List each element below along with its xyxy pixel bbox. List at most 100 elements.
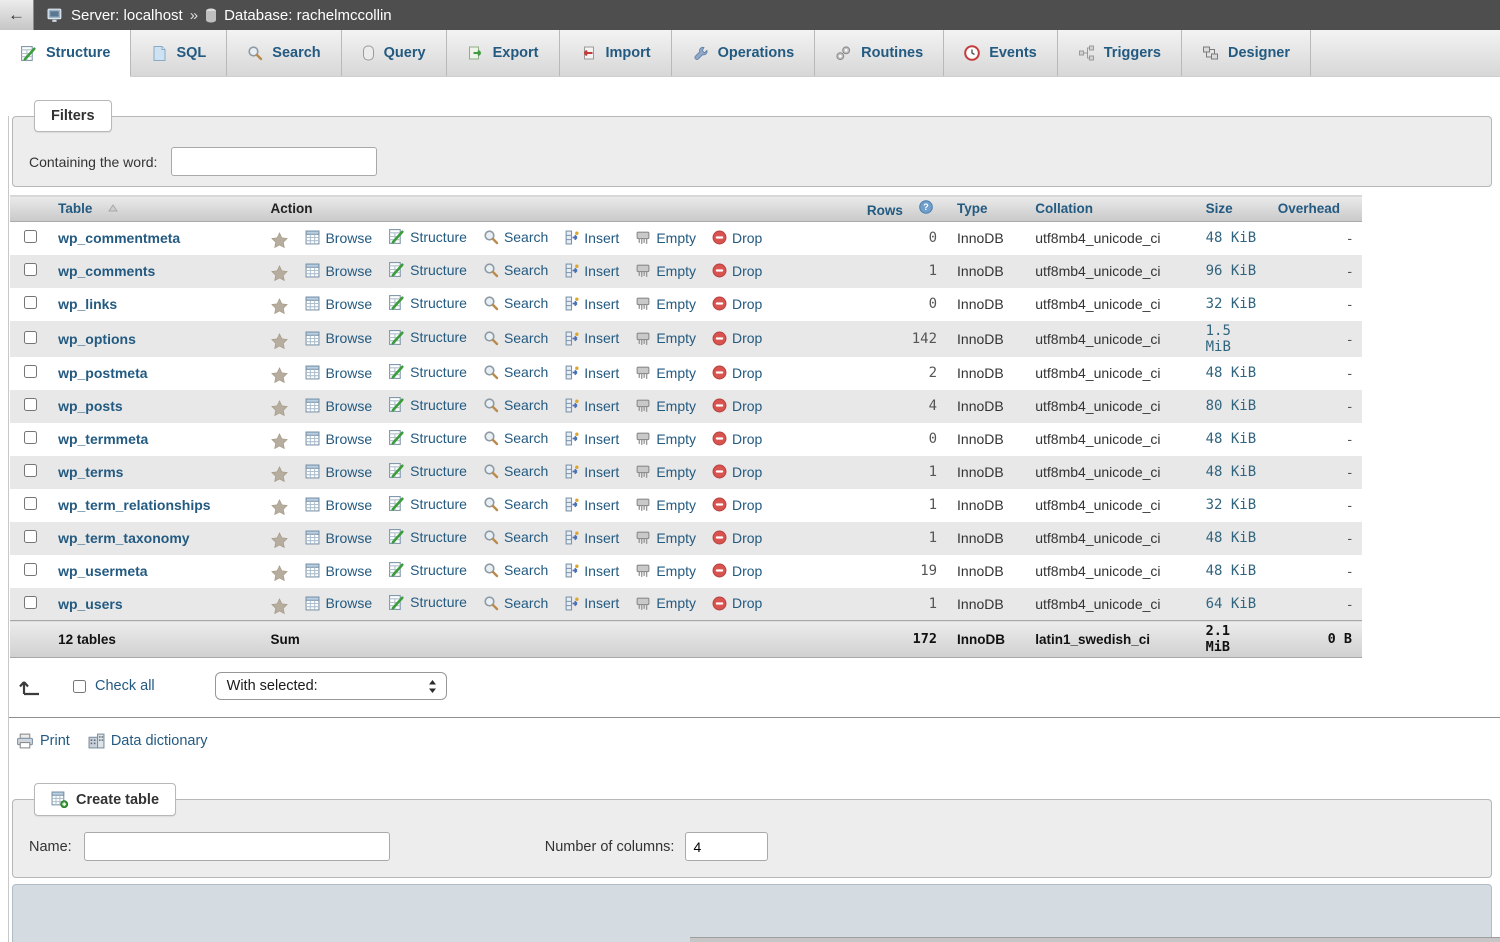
- table-name-link[interactable]: wp_options: [58, 331, 136, 347]
- empty-action-link[interactable]: Empty: [635, 497, 696, 513]
- row-checkbox[interactable]: [24, 365, 37, 378]
- row-checkbox[interactable]: [24, 530, 37, 543]
- tab-import[interactable]: Import: [560, 30, 672, 76]
- row-checkbox[interactable]: [24, 296, 37, 309]
- search-action-link[interactable]: Search: [483, 430, 548, 446]
- search-action-link[interactable]: Search: [483, 529, 548, 545]
- insert-action-link[interactable]: Insert: [564, 365, 619, 381]
- browse-action-link[interactable]: Browse: [305, 595, 372, 611]
- insert-action-link[interactable]: Insert: [564, 497, 619, 513]
- table-name-link[interactable]: wp_term_relationships: [58, 497, 211, 513]
- print-link[interactable]: Print: [16, 733, 70, 749]
- drop-action-link[interactable]: Drop: [712, 398, 762, 414]
- search-action-link[interactable]: Search: [483, 295, 548, 311]
- browse-action-link[interactable]: Browse: [305, 464, 372, 480]
- insert-action-link[interactable]: Insert: [564, 296, 619, 312]
- sort-rows-header[interactable]: Rows: [867, 203, 903, 218]
- browse-action-link[interactable]: Browse: [305, 563, 372, 579]
- row-checkbox[interactable]: [24, 230, 37, 243]
- empty-action-link[interactable]: Empty: [635, 595, 696, 611]
- insert-action-link[interactable]: Insert: [564, 530, 619, 546]
- table-name-link[interactable]: wp_termmeta: [58, 431, 148, 447]
- sort-size-header[interactable]: Size: [1206, 201, 1233, 216]
- drop-action-link[interactable]: Drop: [712, 497, 762, 513]
- browse-action-link[interactable]: Browse: [305, 365, 372, 381]
- sort-overhead-header[interactable]: Overhead: [1278, 201, 1340, 216]
- favorite-star-icon[interactable]: [271, 265, 288, 281]
- favorite-star-icon[interactable]: [271, 333, 288, 349]
- structure-action-link[interactable]: Structure: [388, 495, 467, 512]
- empty-action-link[interactable]: Empty: [635, 530, 696, 546]
- browse-action-link[interactable]: Browse: [305, 230, 372, 246]
- empty-action-link[interactable]: Empty: [635, 464, 696, 480]
- check-all-checkbox[interactable]: [73, 680, 86, 693]
- tab-query[interactable]: Query: [342, 30, 447, 76]
- favorite-star-icon[interactable]: [271, 298, 288, 314]
- insert-action-link[interactable]: Insert: [564, 398, 619, 414]
- tab-events[interactable]: Events: [944, 30, 1058, 76]
- favorite-star-icon[interactable]: [271, 433, 288, 449]
- row-checkbox[interactable]: [24, 331, 37, 344]
- search-action-link[interactable]: Search: [483, 262, 548, 278]
- empty-action-link[interactable]: Empty: [635, 398, 696, 414]
- search-action-link[interactable]: Search: [483, 229, 548, 245]
- structure-action-link[interactable]: Structure: [388, 561, 467, 578]
- favorite-star-icon[interactable]: [271, 400, 288, 416]
- tab-triggers[interactable]: Triggers: [1058, 30, 1182, 76]
- drop-action-link[interactable]: Drop: [712, 230, 762, 246]
- drop-action-link[interactable]: Drop: [712, 365, 762, 381]
- drop-action-link[interactable]: Drop: [712, 563, 762, 579]
- drop-action-link[interactable]: Drop: [712, 330, 762, 346]
- structure-action-link[interactable]: Structure: [388, 594, 467, 611]
- browse-action-link[interactable]: Browse: [305, 296, 372, 312]
- drop-action-link[interactable]: Drop: [712, 263, 762, 279]
- browse-action-link[interactable]: Browse: [305, 530, 372, 546]
- structure-action-link[interactable]: Structure: [388, 462, 467, 479]
- row-checkbox[interactable]: [24, 398, 37, 411]
- tab-structure[interactable]: Structure: [0, 30, 131, 77]
- row-checkbox[interactable]: [24, 431, 37, 444]
- search-action-link[interactable]: Search: [483, 397, 548, 413]
- empty-action-link[interactable]: Empty: [635, 431, 696, 447]
- breadcrumb-database-link[interactable]: Database: rachelmccollin: [224, 7, 392, 24]
- insert-action-link[interactable]: Insert: [564, 464, 619, 480]
- tab-export[interactable]: Export: [447, 30, 560, 76]
- drop-action-link[interactable]: Drop: [712, 595, 762, 611]
- structure-action-link[interactable]: Structure: [388, 363, 467, 380]
- browse-action-link[interactable]: Browse: [305, 263, 372, 279]
- browse-action-link[interactable]: Browse: [305, 330, 372, 346]
- search-action-link[interactable]: Search: [483, 595, 548, 611]
- data-dictionary-link[interactable]: Data dictionary: [88, 733, 208, 749]
- table-name-link[interactable]: wp_term_taxonomy: [58, 530, 189, 546]
- filter-input[interactable]: [171, 147, 377, 176]
- table-name-link[interactable]: wp_posts: [58, 398, 123, 414]
- table-name-link[interactable]: wp_postmeta: [58, 365, 147, 381]
- tab-designer[interactable]: Designer: [1182, 30, 1311, 76]
- row-checkbox[interactable]: [24, 497, 37, 510]
- insert-action-link[interactable]: Insert: [564, 330, 619, 346]
- insert-action-link[interactable]: Insert: [564, 230, 619, 246]
- structure-action-link[interactable]: Structure: [388, 429, 467, 446]
- search-action-link[interactable]: Search: [483, 330, 548, 346]
- insert-action-link[interactable]: Insert: [564, 563, 619, 579]
- check-all-label[interactable]: Check all: [95, 678, 155, 694]
- empty-action-link[interactable]: Empty: [635, 296, 696, 312]
- favorite-star-icon[interactable]: [271, 232, 288, 248]
- tab-operations[interactable]: Operations: [672, 30, 816, 76]
- search-action-link[interactable]: Search: [483, 463, 548, 479]
- structure-action-link[interactable]: Structure: [388, 329, 467, 346]
- search-action-link[interactable]: Search: [483, 364, 548, 380]
- row-checkbox[interactable]: [24, 596, 37, 609]
- favorite-star-icon[interactable]: [271, 367, 288, 383]
- favorite-star-icon[interactable]: [271, 598, 288, 614]
- drop-action-link[interactable]: Drop: [712, 530, 762, 546]
- structure-action-link[interactable]: Structure: [388, 228, 467, 245]
- row-checkbox[interactable]: [24, 563, 37, 576]
- columns-count-input[interactable]: [685, 832, 768, 861]
- search-action-link[interactable]: Search: [483, 562, 548, 578]
- favorite-star-icon[interactable]: [271, 499, 288, 515]
- table-name-link[interactable]: wp_links: [58, 296, 117, 312]
- row-checkbox[interactable]: [24, 263, 37, 276]
- with-selected-select[interactable]: With selected:: [215, 672, 447, 700]
- sort-table-header[interactable]: Table: [58, 201, 92, 216]
